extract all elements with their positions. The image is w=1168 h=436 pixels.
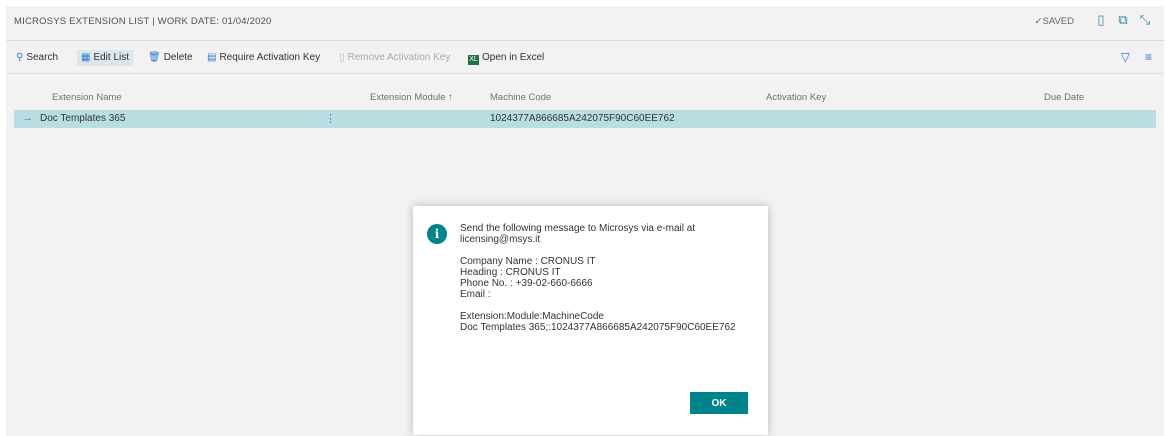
column-header-machine-code[interactable]: Machine Code — [490, 92, 551, 103]
extension-header-line: Extension:Module:MachineCode — [460, 311, 604, 322]
delete-button[interactable]: 🗑 Delete — [148, 50, 193, 66]
row-actions-icon[interactable]: ⋮ — [325, 112, 336, 125]
bookmark-icon[interactable]: ▯ — [1094, 13, 1108, 27]
column-header-due-date[interactable]: Due Date — [1044, 92, 1084, 103]
list-view-icon[interactable]: ≡ — [1145, 50, 1152, 64]
remove-key-icon: ▯ — [339, 52, 345, 63]
open-new-window-icon[interactable]: ⧉ — [1116, 13, 1130, 27]
message-dialog: i Send the following message to Microsys… — [413, 206, 768, 435]
action-bar: ⚲ Search ▦ Edit List 🗑 Delete ▤ Require Acti… — [6, 41, 1164, 74]
column-header-extension-name[interactable]: Extension Name — [52, 92, 122, 103]
heading-line: Heading : CRONUS IT — [460, 267, 561, 278]
collapse-icon[interactable]: ⤡ — [1138, 13, 1152, 27]
email-line: Email : — [460, 289, 491, 300]
ok-button[interactable]: OK — [690, 392, 748, 414]
trash-icon: 🗑 — [148, 52, 161, 63]
message-line: Send the following message to Microsys v… — [460, 223, 696, 234]
page-title: MICROSYS EXTENSION LIST | WORK DATE: 01/… — [14, 16, 272, 27]
search-icon: ⚲ — [16, 52, 24, 63]
require-activation-key-button[interactable]: ▤ Require Activation Key — [207, 50, 320, 66]
excel-icon: XL — [468, 55, 479, 65]
edit-list-icon: ▦ — [81, 52, 91, 63]
table-row[interactable]: → Doc Templates 365 ⋮ 1024377A866685A242… — [14, 110, 1156, 128]
search-button[interactable]: ⚲ Search — [16, 50, 58, 66]
key-table-icon: ▤ — [207, 52, 217, 63]
phone-line: Phone No. : +39-02-660-6666 — [460, 278, 593, 289]
filter-icon[interactable]: ▽ — [1121, 50, 1130, 64]
cell-machine-code[interactable]: 1024377A866685A242075F90C60EE762 — [490, 113, 675, 124]
open-in-excel-button[interactable]: XL Open in Excel — [468, 50, 544, 66]
cell-extension-name[interactable]: Doc Templates 365 — [40, 113, 125, 124]
row-selected-arrow-icon: → — [22, 112, 33, 124]
extension-value-line: Doc Templates 365;:1024377A866685A242075… — [460, 322, 736, 333]
remove-activation-key-button[interactable]: ▯ Remove Activation Key — [339, 50, 450, 66]
message-email-address: licensing@msys.it — [460, 234, 541, 245]
company-name-line: Company Name : CRONUS IT — [460, 256, 596, 267]
edit-list-button[interactable]: ▦ Edit List — [77, 50, 134, 66]
column-header-activation-key[interactable]: Activation Key — [766, 92, 826, 103]
page: MICROSYS EXTENSION LIST | WORK DATE: 01/… — [6, 6, 1164, 436]
saved-status: ✓SAVED — [1034, 16, 1074, 27]
page-header: MICROSYS EXTENSION LIST | WORK DATE: 01/… — [6, 6, 1164, 41]
info-icon: i — [427, 224, 447, 244]
dialog-message: Send the following message to Microsys v… — [460, 223, 750, 333]
column-header-extension-module[interactable]: Extension Module ↑ — [370, 92, 453, 103]
